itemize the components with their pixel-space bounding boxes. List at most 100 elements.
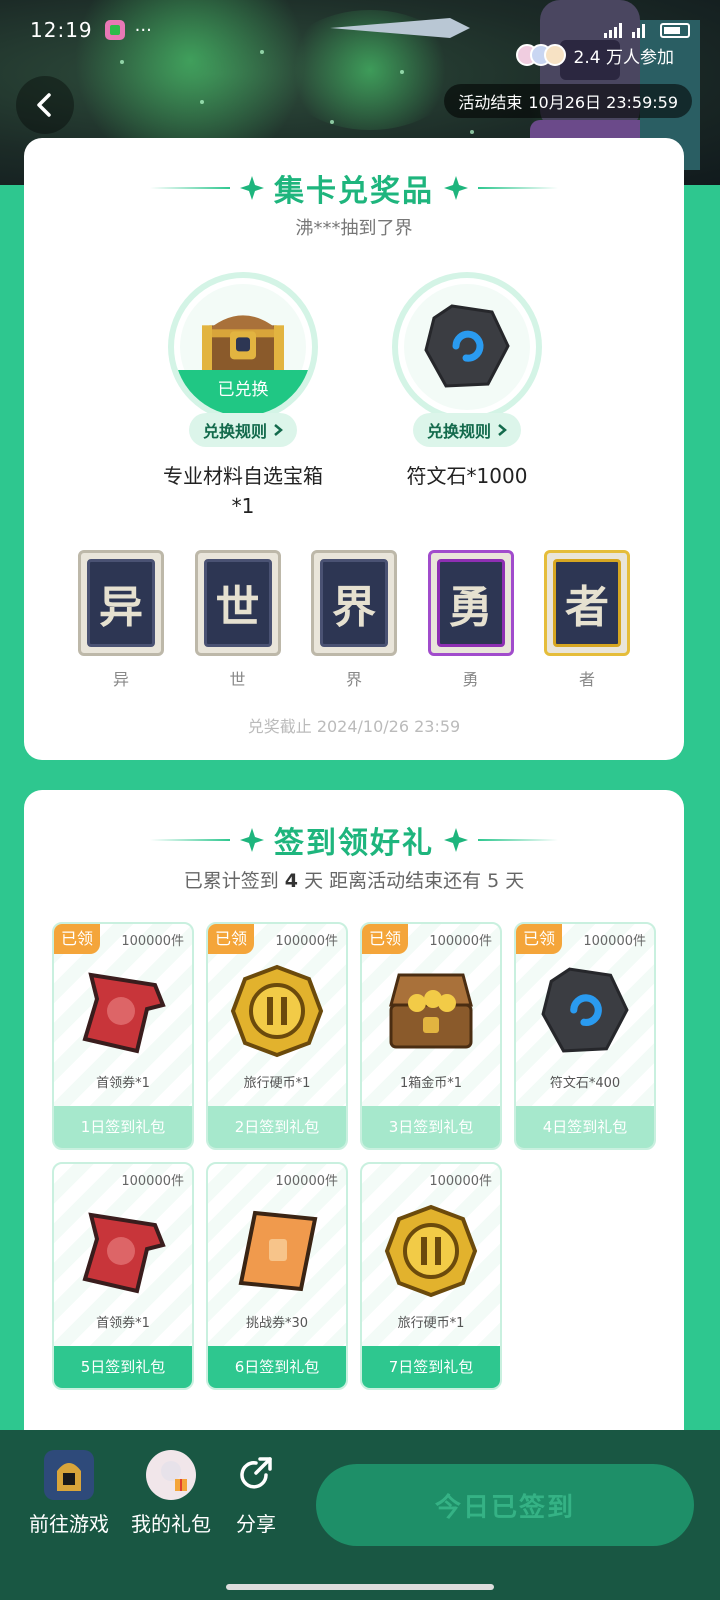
exchange-rules-button[interactable]: 兑换规则 [412,413,521,447]
travel-coin-icon [230,964,324,1058]
claimed-tag: 已领 [208,924,254,954]
event-countdown: 活动结束 10月26日 23:59:59 [444,84,692,118]
rune-stone-icon [424,304,510,388]
gold-chest-icon [389,973,473,1049]
countdown-value: 10月26日 23:59:59 [528,93,678,112]
reward-day-label: 2日签到礼包 [208,1106,346,1148]
reward-day-label: 4日签到礼包 [516,1106,654,1148]
sparkle-icon [240,176,264,200]
reward-name: 旅行硬币*1 [243,1076,311,1091]
signal-icon [604,22,624,38]
letter-card[interactable]: 异 异 [78,550,164,690]
participants-badge: 2.4 万人参加 [515,42,674,68]
letter-card[interactable]: 勇 勇 [427,550,514,690]
chevron-right-icon [274,424,283,436]
status-bar: 12:19 ··· [30,16,690,44]
rune-stone-icon [541,967,629,1053]
prize-item[interactable]: 兑换规则 符文石*1000 [387,272,547,491]
go-to-game-label: 前往游戏 [29,1512,109,1536]
divider-line [150,839,230,841]
prize-image-ring [392,272,542,422]
back-button[interactable] [16,76,74,134]
signin-reward-card[interactable]: 已领 100000件 旅行硬币*1 2日签到礼包 [206,922,348,1150]
reward-stock: 100000件 [275,934,338,949]
streak-prefix: 已累计签到 [183,870,279,892]
prize-item[interactable]: 已兑换 兑换规则 专业材料自选宝箱*1 [163,272,323,521]
signin-reward-card[interactable]: 100000件 旅行硬币*1 7日签到礼包 [360,1162,502,1390]
letter-card[interactable]: 世 世 [194,550,281,690]
reward-stock: 100000件 [429,934,492,949]
reward-day-label: 7日签到礼包 [362,1346,500,1388]
share-icon [231,1450,281,1500]
countdown-label: 活动结束 [458,93,523,112]
signin-reward-card[interactable]: 100000件 挑战券*30 6日签到礼包 [206,1162,348,1390]
letter-card-label: 者 [578,670,595,689]
collect-title: 集卡兑奖品 [274,174,434,209]
prize-name: 符文石*1000 [406,464,528,488]
signed-today-button[interactable]: 今日已签到 [316,1464,694,1546]
sparkle-icon [444,176,468,200]
reward-day-label: 1日签到礼包 [54,1106,192,1148]
challenge-ticket-icon [238,1210,318,1292]
letter-card-glyph: 界 [320,559,388,647]
letter-card-label: 界 [345,670,362,689]
signin-streak: 已累计签到 4 天 距离活动结束还有 5 天 [24,866,684,893]
boss-ticket-icon [82,1212,166,1294]
draw-ticker: 沸***抽到了界 [295,218,413,239]
game-logo-icon [44,1450,94,1500]
claimed-tag: 已领 [516,924,562,954]
signin-reward-card[interactable]: 100000件 首领券*1 5日签到礼包 [52,1162,194,1390]
collect-cards-section: 集卡兑奖品 沸***抽到了界 已兑换 兑换规则 专业材料自选宝箱*1 兑换规则 … [24,138,684,760]
signin-section: 签到领好礼 已累计签到 4 天 距离活动结束还有 5 天 已领 100000件 … [24,790,684,1430]
home-indicator[interactable] [226,1584,494,1590]
chevron-right-icon [498,424,507,436]
boss-ticket-icon [82,972,166,1054]
go-to-game-button[interactable]: 前往游戏 [26,1450,112,1537]
reward-name: 挑战券*30 [245,1316,309,1331]
streak-days: 4 [284,870,299,892]
reward-day-label: 5日签到礼包 [54,1346,192,1388]
divider-line [150,187,230,189]
letter-card-row: 异 异 世 世 界 界 勇 勇 者 者 [78,550,630,690]
reward-day-label: 6日签到礼包 [208,1346,346,1388]
claimed-tag: 已领 [54,924,100,954]
exchange-rules-label: 兑换规则 [426,422,491,441]
letter-card-glyph: 世 [203,559,272,647]
letter-card-glyph: 者 [553,559,621,647]
letter-card-glyph: 勇 [436,559,505,647]
reward-name: 符文石*400 [549,1076,621,1091]
letter-card-label: 异 [112,670,129,689]
letter-card-glyph: 异 [87,559,155,647]
participants-count: 2.4 万人参加 [573,47,674,68]
letter-card[interactable]: 界 界 [311,550,397,690]
signin-reward-card[interactable]: 已领 100000件 1箱金币*1 3日签到礼包 [360,922,502,1150]
reward-stock: 100000件 [275,1174,338,1189]
divider-line [478,839,558,841]
exchange-rules-button[interactable]: 兑换规则 [188,413,297,447]
divider-line [478,187,558,189]
claimed-tag: 已领 [362,924,408,954]
redeem-deadline: 兑奖截止 2024/10/26 23:59 [247,717,461,736]
wifi-icon [632,22,652,38]
signin-reward-card[interactable]: 已领 100000件 首领券*1 1日签到礼包 [52,922,194,1150]
status-more: ··· [134,19,152,41]
bottom-action-bar: 前往游戏 我的礼包 分享 今日已签到 [0,1430,720,1600]
signin-title: 签到领好礼 [274,826,434,861]
my-gifts-label: 我的礼包 [131,1512,211,1536]
reward-stock: 100000件 [121,1174,184,1189]
streak-suffix: 天 距离活动结束还有 5 天 [304,870,525,892]
letter-card[interactable]: 者 者 [544,550,630,690]
prize-image-ring: 已兑换 [168,272,318,422]
reward-stock: 100000件 [429,1174,492,1189]
travel-coin-icon [384,1204,478,1298]
exchange-rules-label: 兑换规则 [202,422,267,441]
participant-avatars [515,44,566,66]
reward-stock: 100000件 [121,934,184,949]
share-button[interactable]: 分享 [226,1450,286,1537]
sparkle-icon [240,828,264,852]
signin-reward-card[interactable]: 已领 100000件 符文石*400 4日签到礼包 [514,922,656,1150]
collect-title-row: 集卡兑奖品 [24,166,684,210]
my-gifts-button[interactable]: 我的礼包 [128,1450,214,1537]
battery-icon [660,22,690,38]
reward-name: 首领券*1 [96,1076,150,1091]
